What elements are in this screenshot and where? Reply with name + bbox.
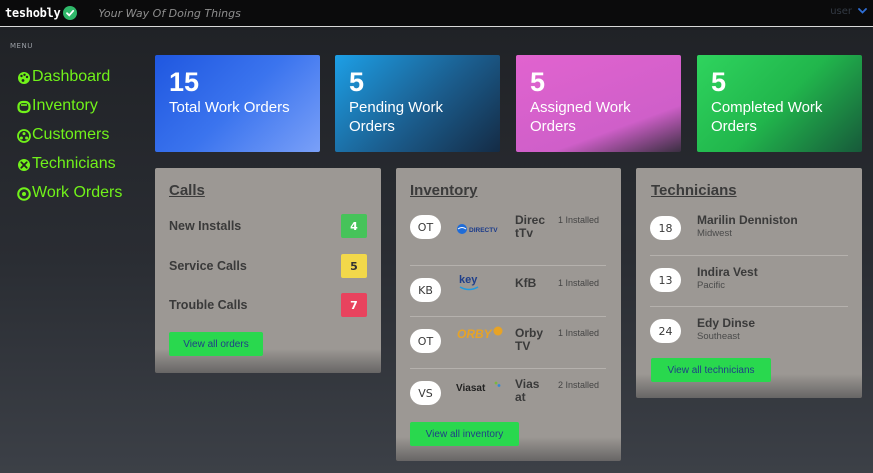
stat-value: 5 <box>530 67 546 97</box>
calls-panel: Calls New Installs 4 Service Calls 5 Tro… <box>155 168 381 373</box>
sidebar-item-label: Technicians <box>32 154 116 172</box>
sidebar-item-inventory[interactable]: Inventory <box>17 91 122 120</box>
item-name: KfB <box>515 276 537 290</box>
palette-icon <box>17 70 31 84</box>
divider <box>410 316 606 317</box>
item-name: Vias at <box>515 377 540 404</box>
technician-region: Southeast <box>697 331 740 342</box>
call-label: New Installs <box>169 219 242 233</box>
item-code: KB <box>410 278 441 302</box>
stat-label: Completed Work Orders <box>711 99 823 135</box>
top-bar: teshobly Your Way Of Doing Things user <box>0 0 873 27</box>
svg-text:Viasat: Viasat <box>456 383 486 394</box>
divider <box>650 306 848 307</box>
technician-code: 13 <box>650 268 681 292</box>
stat-card-assigned[interactable]: 5 Assigned Work Orders <box>516 55 681 152</box>
stat-value: 15 <box>169 67 200 97</box>
technician-region: Pacific <box>697 280 725 291</box>
key-logo: key <box>456 272 486 298</box>
technician-row[interactable]: 18 Marilin Denniston Midwest <box>650 213 848 249</box>
inventory-row[interactable]: KB key KfB 1 Installed <box>410 274 606 318</box>
inventory-row[interactable]: VS Viasat Vias at 2 Installed <box>410 378 606 422</box>
tagline: Your Way Of Doing Things <box>98 6 241 20</box>
item-count: 1 Installed <box>558 328 600 338</box>
logo-text: teshobly <box>5 6 61 20</box>
inventory-row[interactable]: OT DIRECTV Direc tTv 1 Installed <box>410 212 606 256</box>
sidebar-item-dashboard[interactable]: Dashboard <box>17 62 122 91</box>
divider <box>410 265 606 266</box>
item-code: OT <box>410 215 441 239</box>
users-icon <box>17 128 31 143</box>
tools-icon <box>17 157 31 171</box>
stat-label: Pending Work Orders <box>349 99 443 135</box>
sidebar-item-work-orders[interactable]: Work Orders <box>17 178 122 207</box>
cup-icon <box>17 99 31 113</box>
stat-value: 5 <box>349 67 365 97</box>
stat-card-pending[interactable]: 5 Pending Work Orders <box>335 55 500 152</box>
svg-text:DIRECTV: DIRECTV <box>469 227 498 234</box>
logo[interactable]: teshobly <box>5 6 78 20</box>
panel-title: Inventory <box>410 182 478 199</box>
technician-row[interactable]: 13 Indira Vest Pacific <box>650 265 848 301</box>
sidebar-item-label: Inventory <box>32 96 98 114</box>
technician-name: Edy Dinse <box>697 316 756 330</box>
stat-label: Assigned Work Orders <box>530 99 631 135</box>
chevron-down-icon <box>858 6 867 17</box>
inventory-panel: Inventory OT DIRECTV Direc tTv 1 Install… <box>396 168 621 461</box>
user-label: user <box>830 6 852 17</box>
technician-region: Midwest <box>697 228 732 239</box>
item-count: 1 Installed <box>558 278 600 288</box>
technician-name: Indira Vest <box>697 265 758 279</box>
divider <box>410 368 606 369</box>
stat-card-total[interactable]: 15 Total Work Orders <box>155 55 320 152</box>
viasat-logo: Viasat <box>456 379 502 399</box>
stat-card-completed[interactable]: 5 Completed Work Orders <box>697 55 862 152</box>
sidebar-item-label: Customers <box>32 125 110 143</box>
item-code: VS <box>410 381 441 405</box>
svg-text:key: key <box>459 274 478 286</box>
svg-text:ORBY: ORBY <box>457 327 493 341</box>
user-menu[interactable]: user <box>830 6 867 17</box>
item-count: 1 Installed <box>558 215 600 225</box>
call-row-new-installs: New Installs 4 <box>169 214 367 238</box>
count-badge: 5 <box>341 254 367 278</box>
call-label: Service Calls <box>169 259 247 273</box>
technician-code: 18 <box>650 216 681 240</box>
sidebar-item-technicians[interactable]: Technicians <box>17 149 122 178</box>
directv-logo: DIRECTV <box>456 221 500 240</box>
panel-title: Calls <box>169 182 205 199</box>
call-row-service-calls: Service Calls 5 <box>169 254 367 278</box>
call-label: Trouble Calls <box>169 298 248 312</box>
sidebar-item-customers[interactable]: Customers <box>17 120 122 149</box>
item-name: Orby TV <box>515 326 544 353</box>
stat-value: 5 <box>711 67 727 97</box>
technician-code: 24 <box>650 319 681 343</box>
view-all-technicians-button[interactable]: View all technicians <box>651 358 771 382</box>
technician-name: Marilin Denniston <box>697 213 798 227</box>
check-icon <box>63 6 78 20</box>
menu-label: MENU <box>10 42 33 50</box>
technicians-panel: Technicians 18 Marilin Denniston Midwest… <box>636 168 862 398</box>
stat-label: Total Work Orders <box>169 99 290 116</box>
view-all-orders-button[interactable]: View all orders <box>169 332 263 356</box>
count-badge: 7 <box>341 293 367 317</box>
technician-row[interactable]: 24 Edy Dinse Southeast <box>650 316 848 352</box>
count-badge: 4 <box>341 214 367 238</box>
call-row-trouble-calls: Trouble Calls 7 <box>169 293 367 317</box>
orby-logo: ORBY <box>456 325 506 347</box>
divider <box>650 255 848 256</box>
view-all-inventory-button[interactable]: View all inventory <box>410 422 519 446</box>
chat-icon <box>17 186 31 201</box>
sidebar-item-label: Work Orders <box>32 183 123 201</box>
item-count: 2 Installed <box>558 380 600 390</box>
item-code: OT <box>410 329 441 353</box>
sidebar-item-label: Dashboard <box>32 67 111 85</box>
inventory-row[interactable]: OT ORBY Orby TV 1 Installed <box>410 325 606 369</box>
sidebar-nav: Dashboard Inventory Customers Technician… <box>17 62 122 207</box>
item-name: Direc tTv <box>515 213 546 240</box>
panel-title: Technicians <box>651 182 737 199</box>
